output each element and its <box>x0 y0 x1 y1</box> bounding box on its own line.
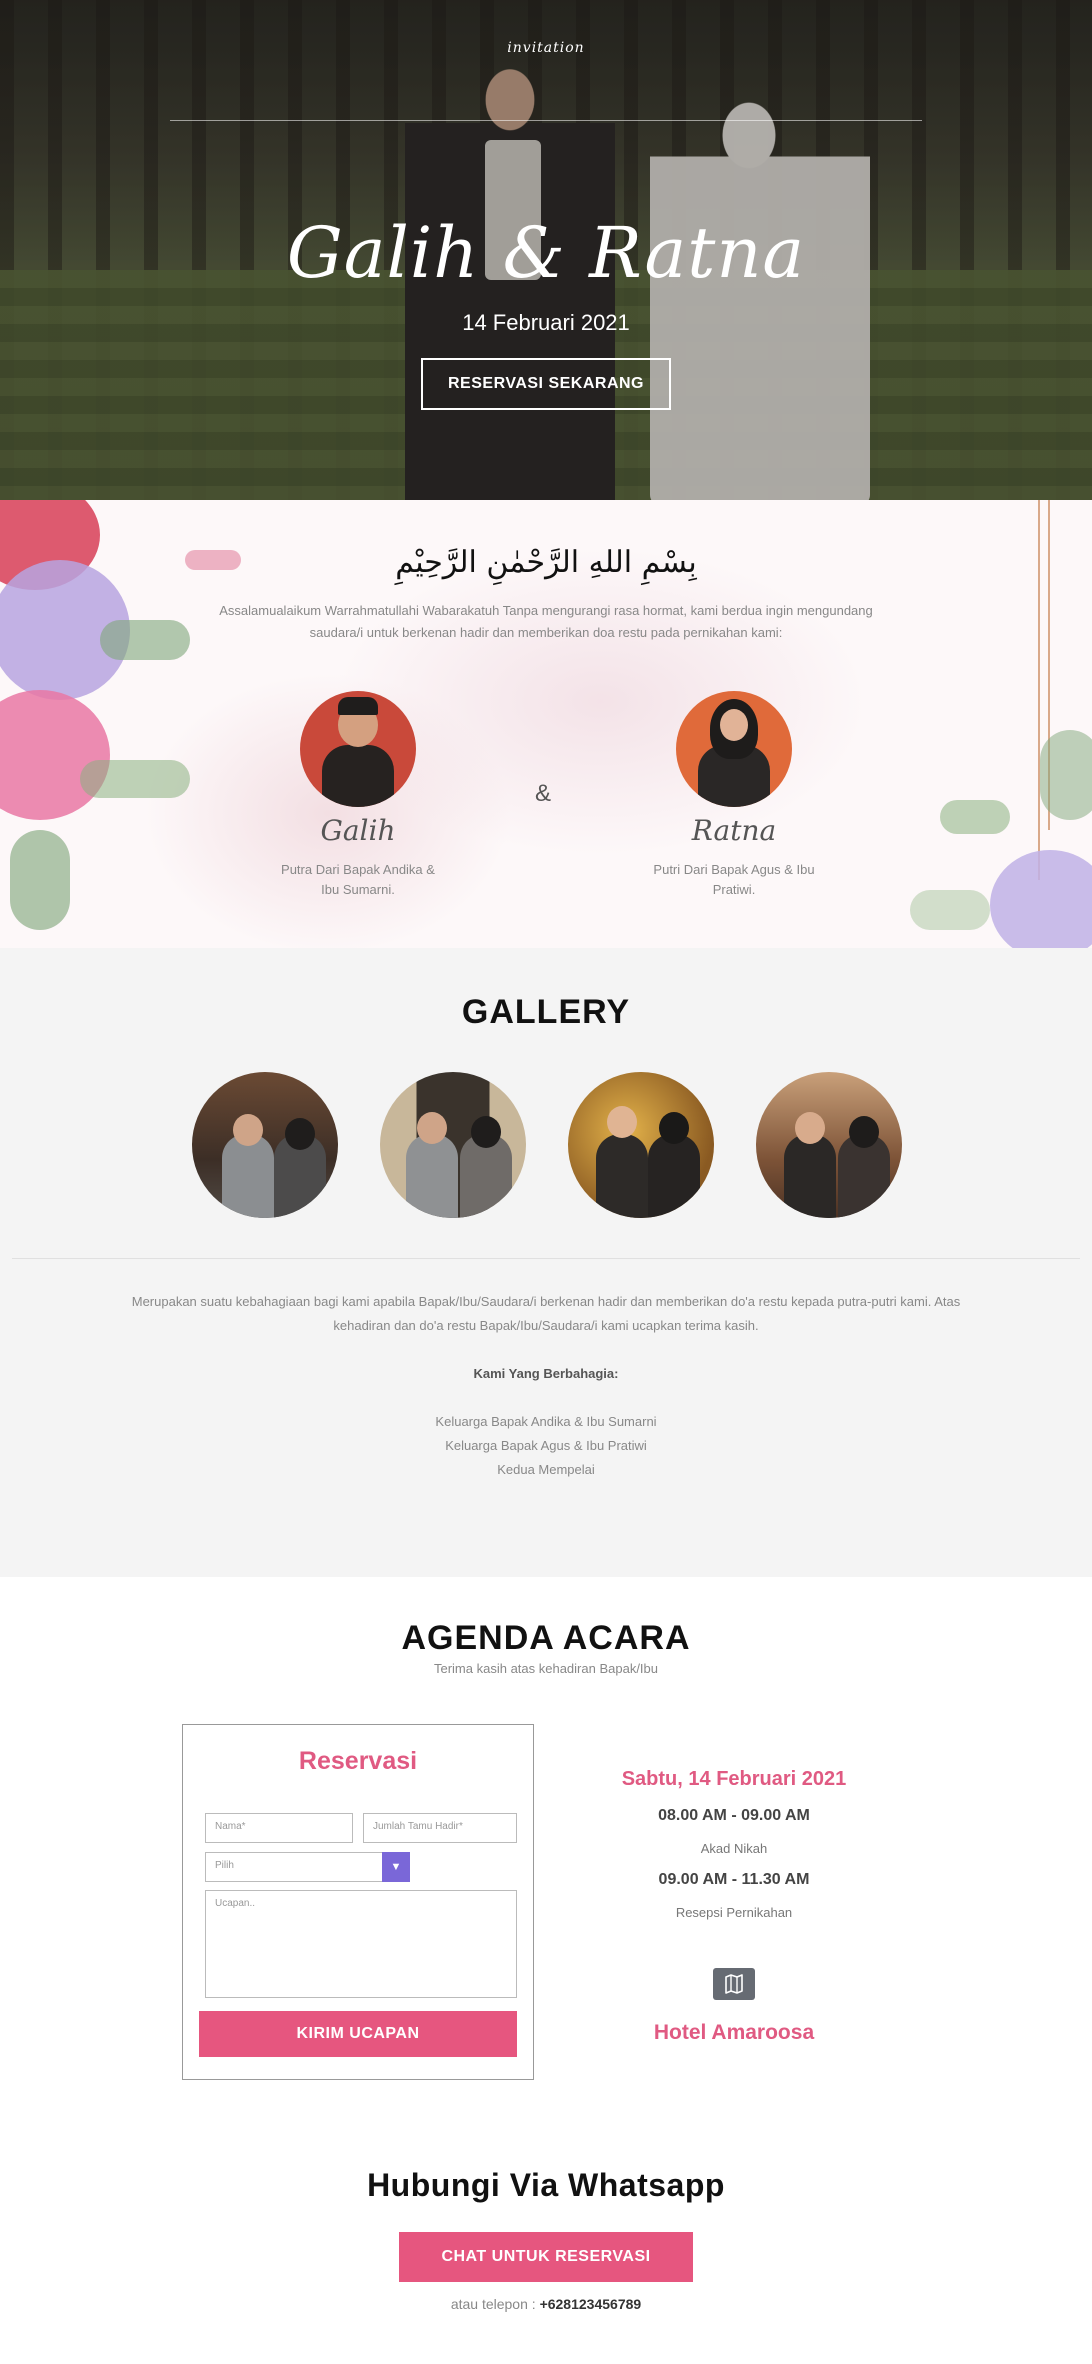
bride-name: Ratna <box>691 814 777 847</box>
event-time-resepsi: 09.00 AM - 11.30 AM <box>658 1871 810 1888</box>
bismillah: بِسْمِ اللهِ الرَّحْمٰنِ الرَّحِيْمِ <box>395 545 697 580</box>
event-date: Sabtu, 14 Februari 2021 <box>621 1768 847 1790</box>
reservation-button[interactable]: RESERVASI SEKARANG <box>421 358 671 410</box>
gallery-divider <box>12 1258 1080 1259</box>
guest-count-field[interactable]: Jumlah Tamu Hadir* <box>363 1813 517 1843</box>
groom-parents: Putra Dari Bapak Andika & Ibu Sumarni. <box>281 862 435 897</box>
message-textarea[interactable]: Ucapan.. <box>205 1890 517 1998</box>
closing-message: Merupakan suatu kebahagiaan bagi kami ap… <box>131 1294 961 1333</box>
signoff-title: Kami Yang Berbahagia: <box>473 1366 619 1381</box>
gallery-section: GALLERY Merupakan suatu kebahagiaan bagi… <box>0 948 1092 1577</box>
couple-names: Galih & Ratna <box>286 212 806 294</box>
chat-reservation-button[interactable]: CHAT UNTUK RESERVASI <box>399 2232 693 2282</box>
bride-parents: Putri Dari Bapak Agus & Ibu Pratiwi. <box>653 862 815 897</box>
family-line: Keluarga Bapak Andika & Ibu Sumarni <box>435 1414 657 1429</box>
greeting-text: Assalamualaikum Warrahmatullahi Wabaraka… <box>219 603 873 640</box>
name-field[interactable]: Nama* <box>205 1813 353 1843</box>
intro-section: بِسْمِ اللهِ الرَّحْمٰنِ الرَّحِيْمِ Ass… <box>0 500 1092 948</box>
send-message-button[interactable]: KIRIM UCAPAN <box>199 2011 517 2057</box>
family-line: Kedua Mempelai <box>497 1462 595 1477</box>
ampersand: & <box>535 780 552 807</box>
agenda-title: AGENDA ACARA <box>401 1619 691 1657</box>
wedding-date: 14 Februari 2021 <box>462 310 630 335</box>
gallery-photo-3[interactable] <box>568 1072 714 1218</box>
venue-name[interactable]: Hotel Amaroosa <box>556 2021 912 2045</box>
site-logo[interactable]: invitation <box>500 40 592 56</box>
chevron-down-icon[interactable]: ▼ <box>382 1852 410 1882</box>
event-time-akad: 08.00 AM - 09.00 AM <box>658 1807 810 1824</box>
event-label-akad: Akad Nikah <box>700 1841 768 1856</box>
attendance-select[interactable]: Pilih <box>205 1852 383 1882</box>
whatsapp-title: Hubungi Via Whatsapp <box>367 2167 725 2203</box>
reservation-form: Reservasi Nama* Jumlah Tamu Hadir* Pilih… <box>182 1724 534 2080</box>
groom-avatar <box>300 691 416 807</box>
form-title: Reservasi <box>298 1747 418 1775</box>
map-icon[interactable] <box>713 1968 755 2000</box>
agenda-subtitle: Terima kasih atas kehadiran Bapak/Ibu <box>433 1661 658 1676</box>
gallery-photo-4[interactable] <box>756 1072 902 1218</box>
bride-avatar <box>676 691 792 807</box>
phone-line: atau telepon : +628123456789 <box>0 2296 1092 2312</box>
gallery-photo-2[interactable] <box>380 1072 526 1218</box>
groom-name: Galih <box>320 814 396 847</box>
hero-section: invitation Galih & Ratna 14 Februari 202… <box>0 0 1092 500</box>
event-label-resepsi: Resepsi Pernikahan <box>675 1905 793 1920</box>
hero-divider <box>170 120 922 121</box>
phone-prefix: atau telepon : <box>450 2296 536 2312</box>
gallery-photo-1[interactable] <box>192 1072 338 1218</box>
gallery-title: GALLERY <box>461 993 631 1031</box>
phone-number[interactable]: +628123456789 <box>540 2296 642 2312</box>
family-line: Keluarga Bapak Agus & Ibu Pratiwi <box>445 1438 647 1453</box>
